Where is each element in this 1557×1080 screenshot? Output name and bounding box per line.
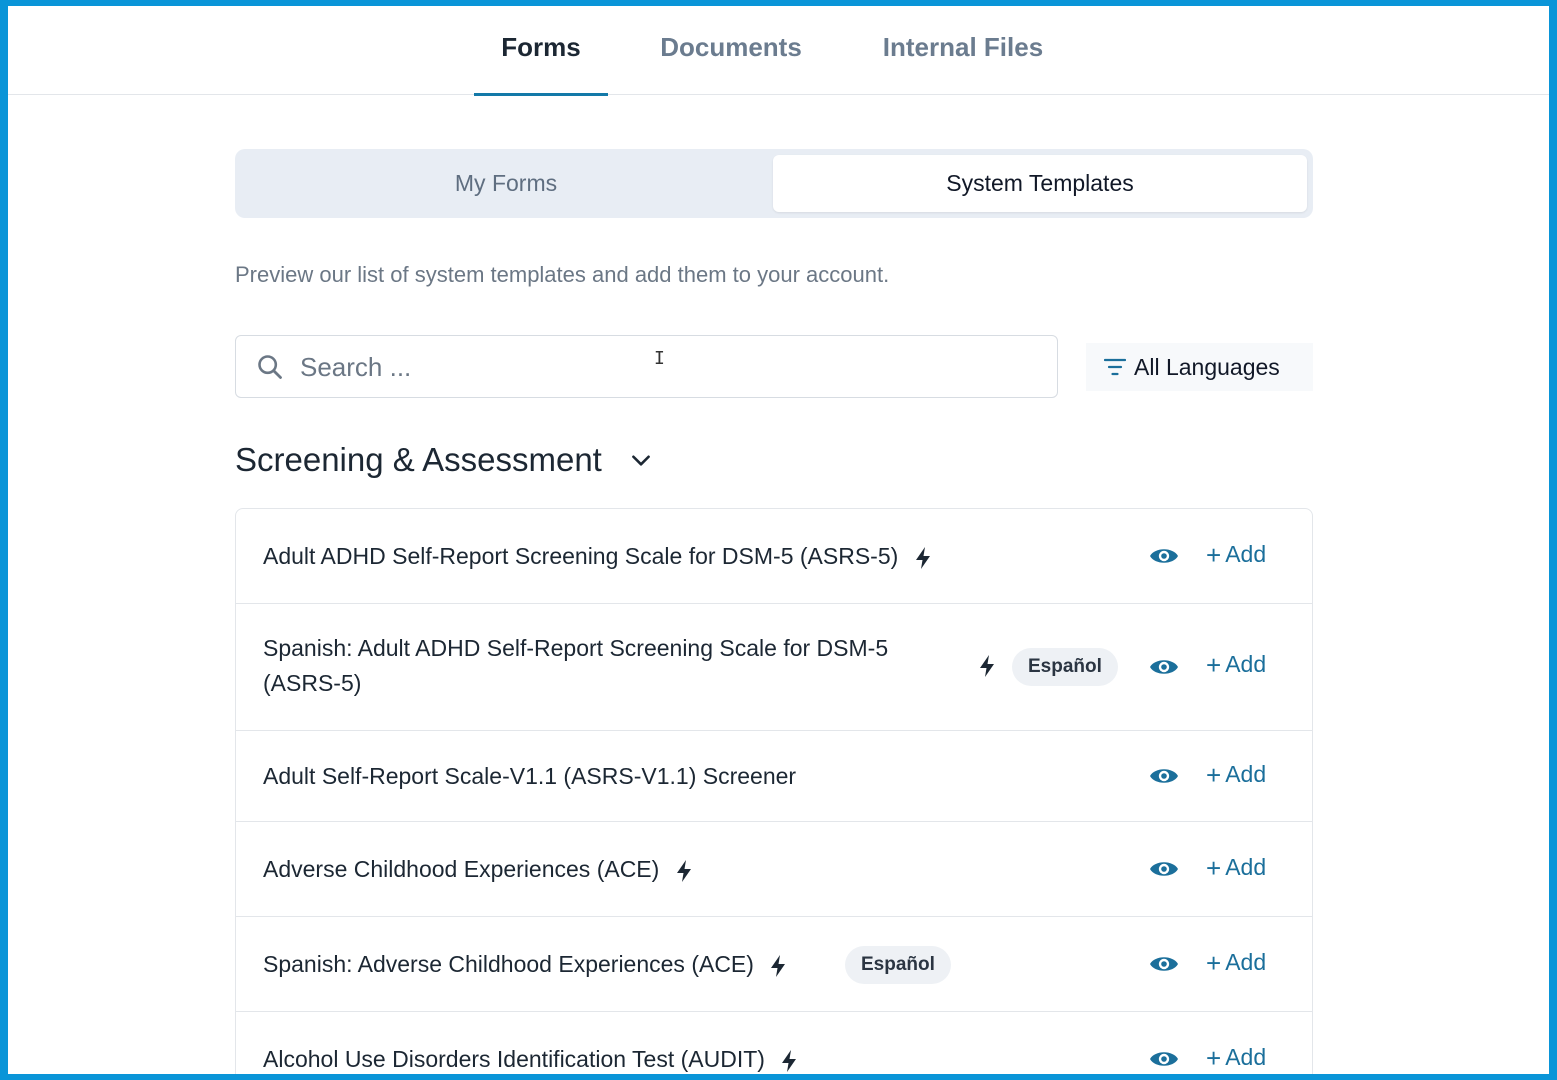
template-title: Spanish: Adverse Childhood Experiences (… <box>263 947 788 982</box>
preview-eye-icon[interactable] <box>1149 545 1179 567</box>
template-title: Alcohol Use Disorders Identification Tes… <box>263 1042 799 1074</box>
top-tabs: Forms Documents Internal Files <box>8 6 1549 96</box>
segment-system-templates[interactable]: System Templates <box>773 155 1307 212</box>
add-button[interactable]: + Add <box>1206 1044 1266 1071</box>
template-title: Adult ADHD Self-Report Screening Scale f… <box>263 539 933 574</box>
section-header: Screening & Assessment <box>235 438 654 482</box>
chevron-down-icon[interactable] <box>628 447 654 473</box>
language-badge: Español <box>1012 648 1118 686</box>
tab-forms[interactable]: Forms <box>474 6 608 96</box>
tab-documents[interactable]: Documents <box>636 6 826 95</box>
section-title: Screening & Assessment <box>235 441 602 478</box>
segment-my-forms[interactable]: My Forms <box>241 155 771 212</box>
filter-icon <box>1104 358 1126 376</box>
template-title: Adverse Childhood Experiences (ACE) <box>263 852 694 887</box>
search-icon <box>258 355 282 379</box>
preview-eye-icon[interactable] <box>1149 858 1179 880</box>
lightning-icon <box>771 954 786 977</box>
template-list: Adult ADHD Self-Report Screening Scale f… <box>235 508 1313 1074</box>
lightning-icon <box>782 1049 797 1072</box>
list-item: Adult ADHD Self-Report Screening Scale f… <box>236 509 1312 604</box>
language-filter-label: All Languages <box>1134 353 1280 380</box>
app-frame: Forms Documents Internal Files My Forms … <box>8 6 1549 1074</box>
add-button[interactable]: + Add <box>1206 854 1266 881</box>
intro-text: Preview our list of system templates and… <box>235 262 890 287</box>
add-button[interactable]: + Add <box>1206 949 1266 976</box>
search-input[interactable] <box>300 344 1040 390</box>
forms-segmented-control: My Forms System Templates <box>235 149 1313 218</box>
list-item: Spanish: Adverse Childhood Experiences (… <box>236 917 1312 1012</box>
lightning-icon <box>915 546 930 569</box>
search-box: I <box>235 335 1058 398</box>
preview-eye-icon[interactable] <box>1149 656 1179 678</box>
add-button[interactable]: + Add <box>1206 761 1266 788</box>
language-filter-button[interactable]: All Languages <box>1086 343 1313 391</box>
preview-eye-icon[interactable] <box>1149 1048 1179 1070</box>
add-button[interactable]: + Add <box>1206 541 1266 568</box>
tab-internal-files[interactable]: Internal Files <box>858 6 1068 95</box>
list-item: Spanish: Adult ADHD Self-Report Screenin… <box>236 604 1312 731</box>
text-cursor-icon: I <box>654 348 665 369</box>
template-title: Adult Self-Report Scale-V1.1 (ASRS-V1.1)… <box>263 763 797 789</box>
lightning-icon <box>676 859 691 882</box>
list-item: Alcohol Use Disorders Identification Tes… <box>236 1012 1312 1074</box>
template-title: Spanish: Adult ADHD Self-Report Screenin… <box>263 635 889 696</box>
language-badge: Español <box>845 946 951 984</box>
add-button[interactable]: + Add <box>1206 651 1266 678</box>
list-item: Adverse Childhood Experiences (ACE) + Add <box>236 822 1312 917</box>
preview-eye-icon[interactable] <box>1149 765 1179 787</box>
preview-eye-icon[interactable] <box>1149 953 1179 975</box>
list-item: Adult Self-Report Scale-V1.1 (ASRS-V1.1)… <box>236 731 1312 822</box>
lightning-icon <box>980 655 994 677</box>
